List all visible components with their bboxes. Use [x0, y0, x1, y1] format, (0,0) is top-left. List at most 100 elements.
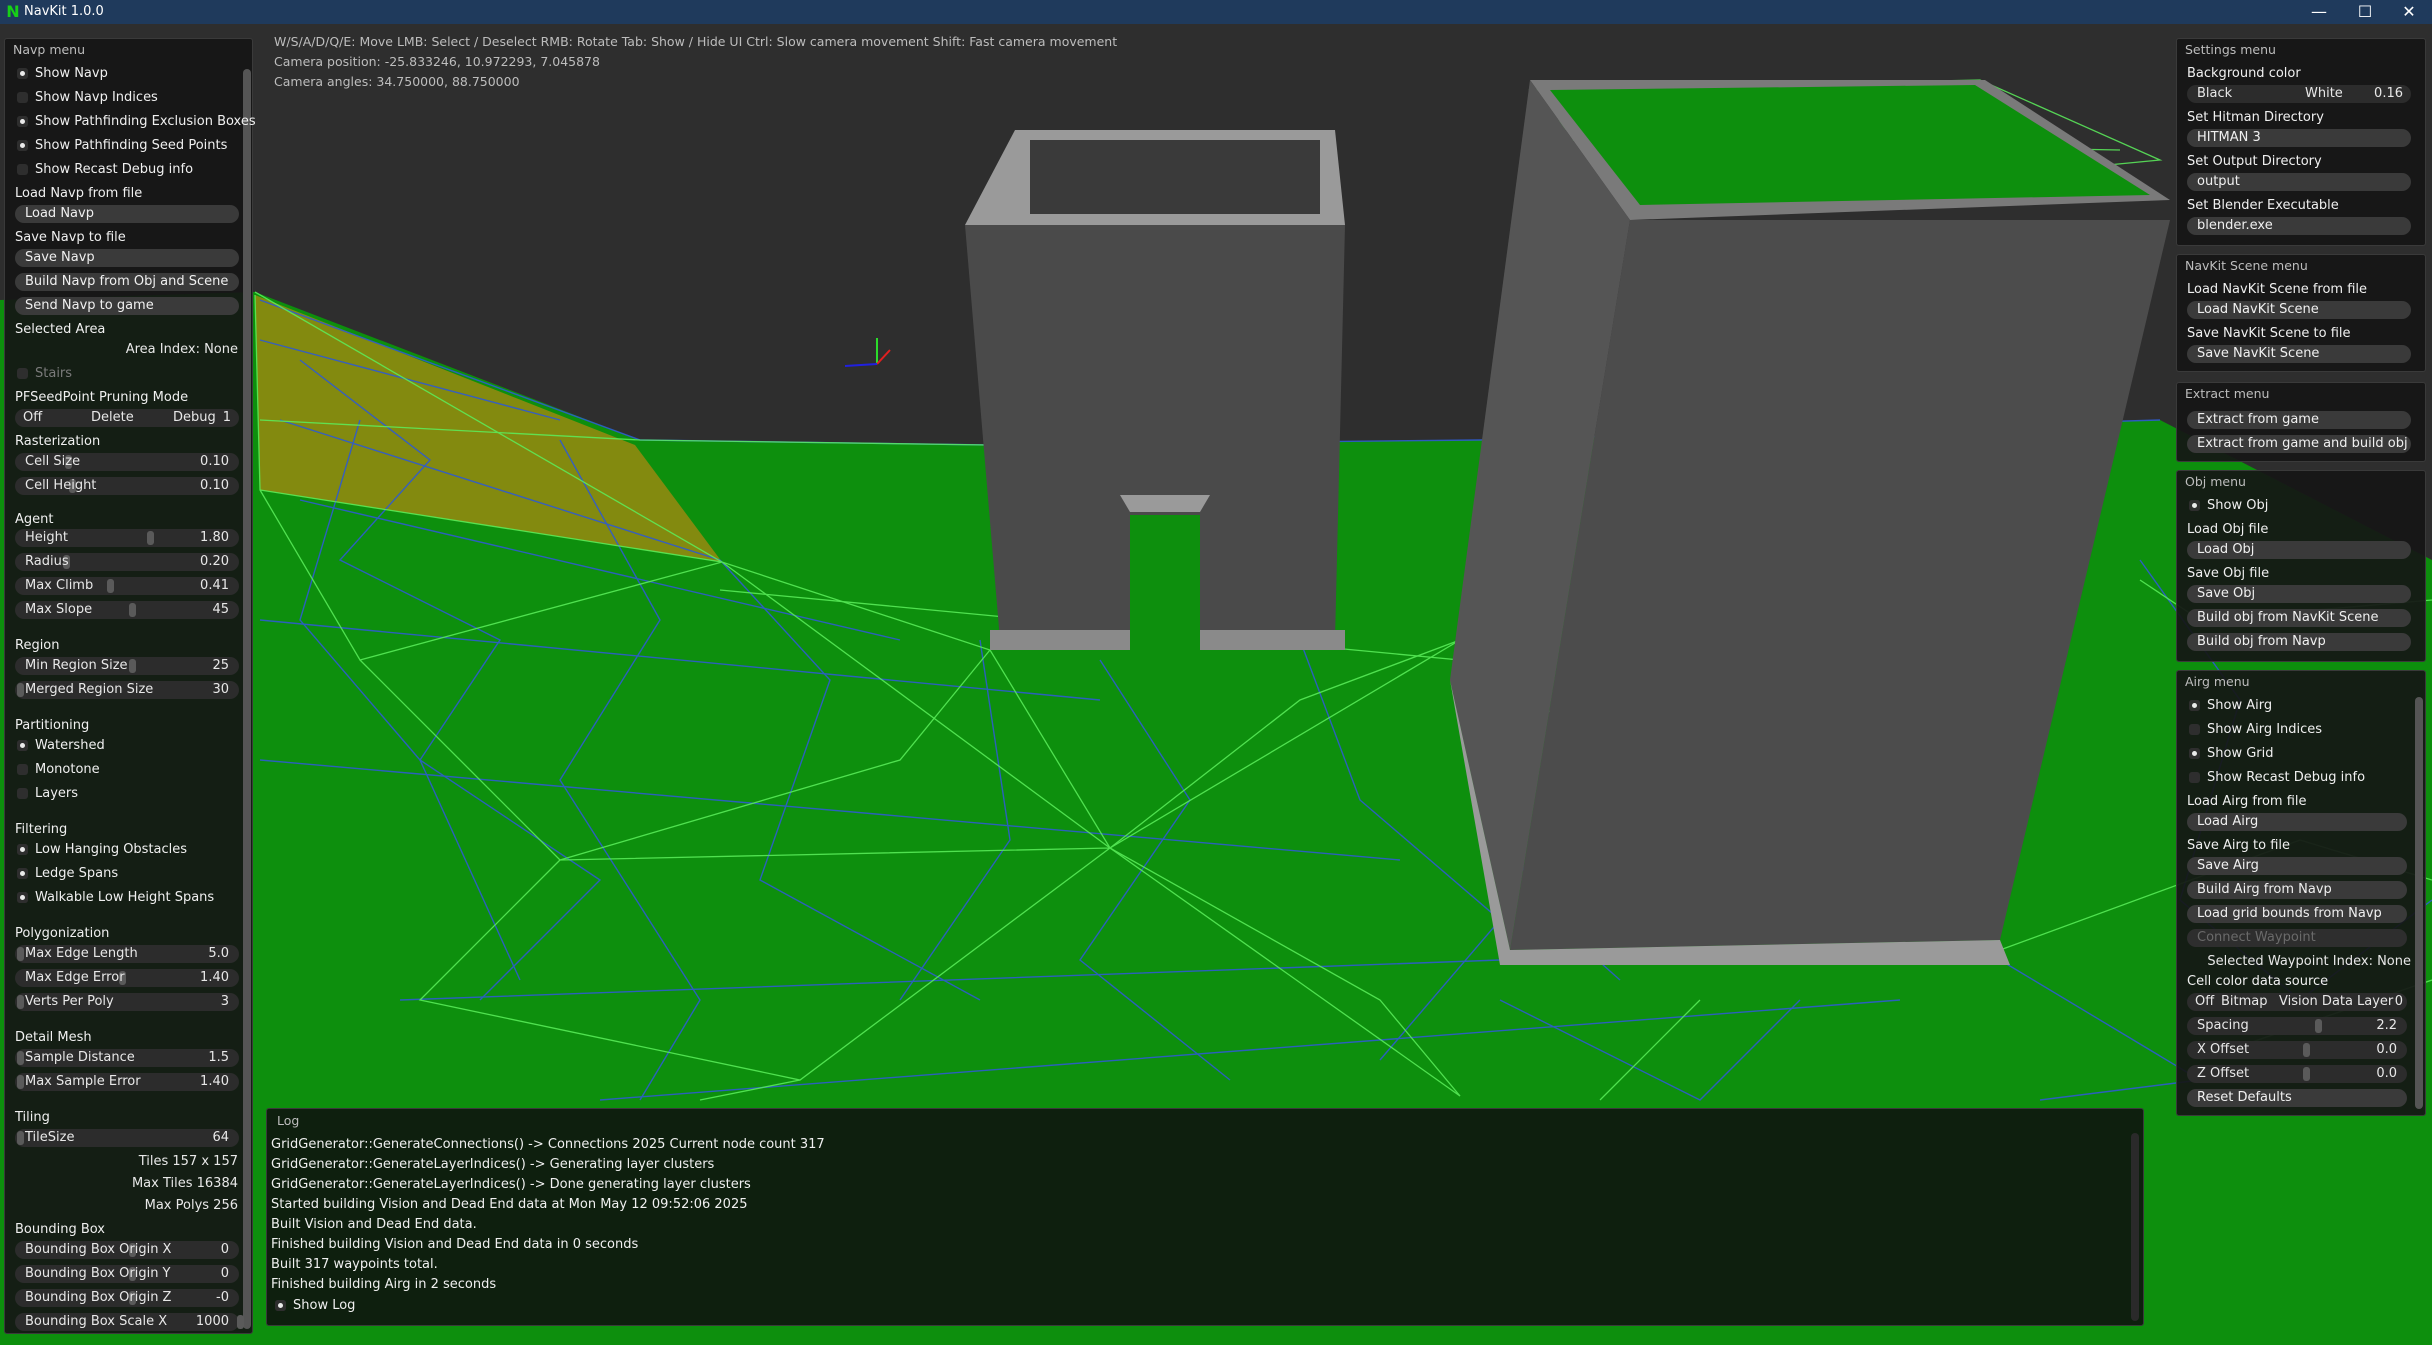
minimize-button[interactable]: —	[2296, 0, 2342, 24]
save-scene-button[interactable]: Save NavKit Scene	[2187, 345, 2411, 363]
close-button[interactable]: ✕	[2386, 0, 2432, 24]
connect-waypoint-button[interactable]: Connect Waypoint	[2187, 929, 2407, 947]
maximize-button[interactable]: ☐	[2342, 0, 2388, 24]
bg-black-label: Black	[2197, 86, 2233, 101]
agent-radius-slider[interactable]: Radius 0.20	[15, 553, 239, 571]
airg-scrollbar[interactable]	[2415, 697, 2423, 1109]
load-navp-button[interactable]: Load Navp	[15, 205, 239, 223]
show-obj-checkbox[interactable]: Show Obj	[2189, 497, 2268, 515]
spacing-slider[interactable]: Spacing 2.2	[2187, 1017, 2407, 1035]
window-title: NavKit 1.0.0	[24, 4, 104, 19]
output-dir-heading: Set Output Directory	[2187, 154, 2322, 169]
show-grid-checkbox[interactable]: Show Grid	[2189, 745, 2274, 763]
load-scene-button[interactable]: Load NavKit Scene	[2187, 301, 2411, 319]
extract-menu-title: Extract menu	[2185, 386, 2270, 401]
src-layer-label: Layer	[2357, 994, 2394, 1009]
bbox-origin-y-slider[interactable]: Bounding Box Origin Y0	[15, 1265, 239, 1283]
bbox-scale-x-slider[interactable]: Bounding Box Scale X 1000	[15, 1313, 244, 1331]
show-navp-checkbox[interactable]: Show Navp	[17, 65, 108, 83]
region-heading: Region	[15, 638, 60, 653]
pruning-mode-slider[interactable]: Off Delete Debug 1	[15, 409, 239, 427]
app-logo-icon: N	[6, 2, 20, 21]
agent-height-slider[interactable]: Height 1.80	[15, 529, 239, 547]
extract-button[interactable]: Extract from game	[2187, 411, 2411, 429]
save-airg-button[interactable]: Save Airg	[2187, 857, 2407, 875]
max-climb-slider[interactable]: Max Climb 0.41	[15, 577, 239, 595]
navp-menu-title: Navp menu	[13, 42, 86, 57]
save-obj-button[interactable]: Save Obj	[2187, 585, 2411, 603]
scene-menu-title: NavKit Scene menu	[2185, 258, 2308, 273]
cell-size-slider[interactable]: Cell Size 0.10	[15, 453, 239, 471]
load-obj-button[interactable]: Load Obj	[2187, 541, 2411, 559]
pruning-mode-heading: PFSeedPoint Pruning Mode	[15, 390, 189, 405]
sample-distance-slider[interactable]: Sample Distance 1.5	[15, 1049, 239, 1067]
navp-scrollbar[interactable]	[243, 69, 251, 1329]
obj-menu-title: Obj menu	[2185, 474, 2246, 489]
min-region-size-slider[interactable]: Min Region Size 25	[15, 657, 239, 675]
background-color-heading: Background color	[2187, 66, 2301, 81]
cell-height-slider[interactable]: Cell Height 0.10	[15, 477, 239, 495]
show-recast-debug-checkbox[interactable]: Show Recast Debug info	[17, 161, 193, 179]
load-grid-bounds-button[interactable]: Load grid bounds from Navp	[2187, 905, 2407, 923]
navp-menu-panel: Navp menu Show Navp Show Navp Indices Sh…	[4, 38, 256, 1334]
build-obj-scene-button[interactable]: Build obj from NavKit Scene	[2187, 609, 2411, 627]
watershed-radio[interactable]: Watershed	[17, 737, 105, 755]
max-edge-error-slider[interactable]: Max Edge Error 1.40	[15, 969, 239, 987]
layers-radio[interactable]: Layers	[17, 785, 78, 803]
bbox-origin-x-slider[interactable]: Bounding Box Origin X0	[15, 1241, 239, 1259]
stairs-checkbox[interactable]: Stairs	[17, 365, 72, 383]
title-bar: N NavKit 1.0.0 — ☐ ✕	[0, 0, 2432, 25]
tilesize-slider[interactable]: TileSize 64	[15, 1129, 239, 1147]
agent-heading: Agent	[15, 512, 54, 527]
rasterization-heading: Rasterization	[15, 434, 101, 449]
blender-exe-button[interactable]: blender.exe	[2187, 217, 2411, 235]
log-line: Started building Vision and Dead End dat…	[271, 1197, 748, 1212]
bg-white-label: White	[2305, 86, 2343, 101]
cell-color-heading: Cell color data source	[2187, 974, 2329, 989]
src-bitmap-label: Bitmap	[2221, 994, 2268, 1009]
blender-exe-heading: Set Blender Executable	[2187, 198, 2339, 213]
output-dir-button[interactable]: output	[2187, 173, 2411, 191]
log-line: GridGenerator::GenerateLayerIndices() ->…	[271, 1157, 715, 1172]
background-color-slider[interactable]: Black White 0.16	[2187, 85, 2411, 103]
verts-per-poly-slider[interactable]: Verts Per Poly 3	[15, 993, 239, 1011]
show-airg-indices-checkbox[interactable]: Show Airg Indices	[2189, 721, 2322, 739]
max-tiles-info: Max Tiles 16384	[131, 1176, 238, 1191]
show-seed-points-checkbox[interactable]: Show Pathfinding Seed Points	[17, 137, 227, 155]
load-airg-heading: Load Airg from file	[2187, 794, 2307, 809]
load-scene-heading: Load NavKit Scene from file	[2187, 282, 2368, 297]
show-exclusion-boxes-checkbox[interactable]: Show Pathfinding Exclusion Boxes	[17, 113, 256, 131]
load-airg-button[interactable]: Load Airg	[2187, 813, 2407, 831]
send-navp-button[interactable]: Send Navp to game	[15, 297, 239, 315]
show-navp-indices-checkbox[interactable]: Show Navp Indices	[17, 89, 158, 107]
z-offset-slider[interactable]: Z Offset 0.0	[2187, 1065, 2407, 1083]
log-line: GridGenerator::GenerateLayerIndices() ->…	[271, 1177, 751, 1192]
walkable-low-height-checkbox[interactable]: Walkable Low Height Spans	[17, 889, 214, 907]
build-navp-button[interactable]: Build Navp from Obj and Scene	[15, 273, 239, 291]
low-hanging-obstacles-checkbox[interactable]: Low Hanging Obstacles	[17, 841, 187, 859]
cell-color-source-slider[interactable]: Off Bitmap Vision Data Layer 0	[2187, 993, 2407, 1011]
bounding-box-heading: Bounding Box	[15, 1222, 106, 1237]
hitman-dir-button[interactable]: HITMAN 3	[2187, 129, 2411, 147]
hitman-dir-heading: Set Hitman Directory	[2187, 110, 2324, 125]
show-airg-checkbox[interactable]: Show Airg	[2189, 697, 2272, 715]
x-offset-slider[interactable]: X Offset 0.0	[2187, 1041, 2407, 1059]
extract-build-obj-button[interactable]: Extract from game and build obj	[2187, 435, 2411, 453]
build-airg-button[interactable]: Build Airg from Navp	[2187, 881, 2407, 899]
airg-menu-title: Airg menu	[2185, 674, 2250, 689]
max-sample-error-slider[interactable]: Max Sample Error 1.40	[15, 1073, 239, 1091]
bg-value: 0.16	[2374, 86, 2403, 101]
show-log-checkbox[interactable]: Show Log	[275, 1297, 355, 1315]
reset-defaults-button[interactable]: Reset Defaults	[2187, 1089, 2407, 1107]
max-slope-slider[interactable]: Max Slope 45	[15, 601, 239, 619]
monotone-radio[interactable]: Monotone	[17, 761, 100, 779]
save-navp-button[interactable]: Save Navp	[15, 249, 239, 267]
scene-menu-panel: NavKit Scene menu Load NavKit Scene from…	[2176, 254, 2426, 372]
max-edge-length-slider[interactable]: Max Edge Length 5.0	[15, 945, 239, 963]
airg-recast-debug-checkbox[interactable]: Show Recast Debug info	[2189, 769, 2365, 787]
merged-region-size-slider[interactable]: Merged Region Size 30	[15, 681, 239, 699]
ledge-spans-checkbox[interactable]: Ledge Spans	[17, 865, 118, 883]
bbox-origin-z-slider[interactable]: Bounding Box Origin Z -0	[15, 1289, 239, 1307]
log-scrollbar[interactable]	[2131, 1133, 2139, 1321]
build-obj-navp-button[interactable]: Build obj from Navp	[2187, 633, 2411, 651]
